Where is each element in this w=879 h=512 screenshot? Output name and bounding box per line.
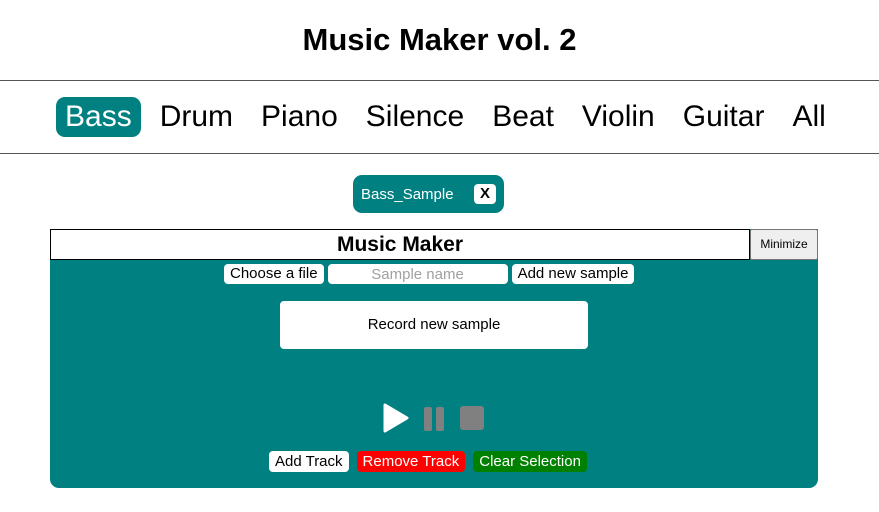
play-icon[interactable] (383, 403, 409, 433)
nav-item-beat[interactable]: Beat (483, 97, 563, 137)
pause-icon[interactable] (423, 407, 445, 431)
add-new-sample-button[interactable]: Add new sample (511, 264, 635, 284)
panel-title: Music Maker (50, 229, 750, 260)
remove-track-button[interactable]: Remove Track (356, 451, 466, 472)
clear-selection-button[interactable]: Clear Selection (473, 451, 587, 472)
sample-name-input[interactable] (327, 264, 508, 284)
nav-item-violin[interactable]: Violin (573, 97, 664, 137)
instrument-nav: Bass Drum Piano Silence Beat Violin Guit… (56, 97, 835, 137)
nav-item-guitar[interactable]: Guitar (674, 97, 774, 137)
track-actions: Add Track Remove Track Clear Selection (269, 451, 587, 472)
record-new-sample-button[interactable]: Record new sample (280, 301, 588, 349)
nav-item-piano[interactable]: Piano (252, 97, 347, 137)
nav-item-drum[interactable]: Drum (151, 97, 242, 137)
app-title: Music Maker vol. 2 (302, 22, 577, 57)
choose-file-button[interactable]: Choose a file (224, 264, 324, 284)
nav-item-silence[interactable]: Silence (357, 97, 473, 137)
bottom-divider (0, 153, 879, 154)
sample-chip-label: Bass_Sample (361, 185, 454, 203)
nav-item-bass[interactable]: Bass (56, 97, 141, 137)
stop-icon[interactable] (460, 406, 484, 430)
sample-input-row: Choose a file Add new sample (224, 264, 635, 284)
sample-chip-close-button[interactable]: X (474, 184, 496, 204)
minimize-button[interactable]: Minimize (750, 229, 818, 260)
top-divider (0, 80, 879, 81)
sample-chip[interactable]: Bass_Sample X (353, 175, 504, 213)
nav-item-all[interactable]: All (783, 97, 834, 137)
add-track-button[interactable]: Add Track (269, 451, 349, 472)
music-maker-panel: Music Maker Minimize Choose a file Add n… (50, 229, 818, 488)
